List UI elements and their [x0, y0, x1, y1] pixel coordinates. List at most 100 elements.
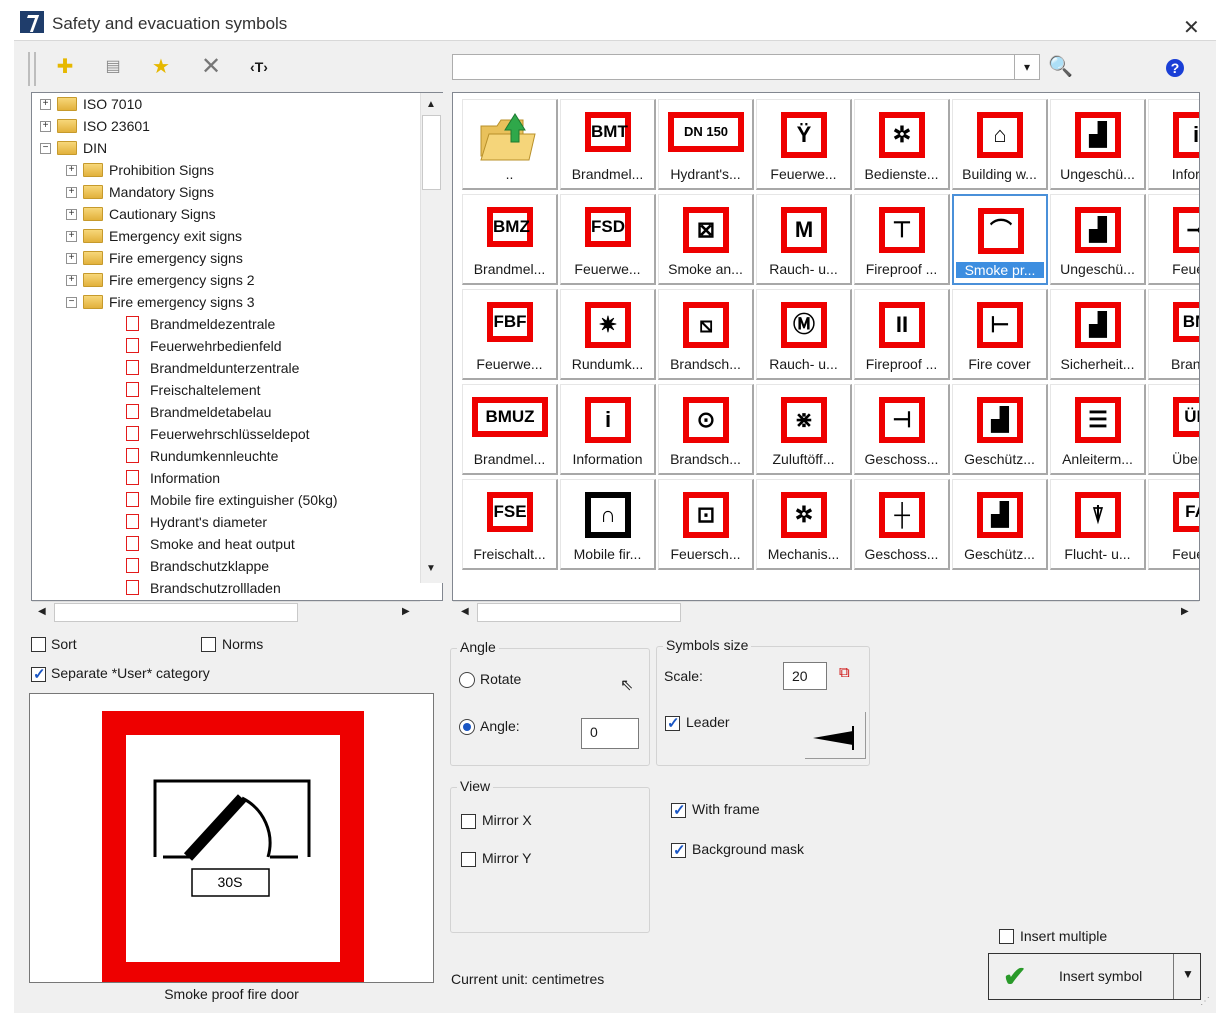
pick-angle-cursor-icon[interactable]: ⇖: [620, 675, 633, 695]
scroll-left-icon[interactable]: ◀: [38, 606, 46, 617]
scroll-left-icon[interactable]: ◀: [461, 606, 469, 617]
tree-symbol-item[interactable]: Feuerwehrbedienfeld: [32, 335, 420, 357]
symbol-tile[interactable]: BM Brandm: [1148, 289, 1199, 380]
grid-horizontal-scrollbar[interactable]: ◀ ▶: [453, 601, 1199, 623]
tree-folder-item[interactable]: + ISO 23601: [32, 115, 420, 137]
tree-symbol-item[interactable]: Smoke and heat output: [32, 533, 420, 555]
toolbar-grip[interactable]: [28, 52, 36, 86]
expand-icon[interactable]: +: [66, 275, 77, 286]
scroll-down-icon[interactable]: ▼: [426, 563, 436, 574]
scroll-right-icon[interactable]: ▶: [1181, 606, 1189, 617]
symbol-tile[interactable]: ⌂ Building w...: [952, 99, 1048, 190]
symbol-tile[interactable]: ⊣ Geschoss...: [854, 384, 950, 475]
symbol-tile[interactable]: Ⓜ Rauch- u...: [756, 289, 852, 380]
symbol-tile[interactable]: BMZ Brandmel...: [462, 194, 558, 285]
symbol-tile[interactable]: ▟ Geschütz...: [952, 479, 1048, 570]
tree-symbol-item[interactable]: Brandschutzklappe: [32, 555, 420, 577]
tree-folder-item[interactable]: + ISO 7010: [32, 93, 420, 115]
tree-horizontal-scrollbar[interactable]: ◀ ▶: [32, 601, 420, 623]
with-frame-checkbox[interactable]: [671, 801, 686, 819]
leader-style-button[interactable]: [805, 712, 866, 759]
search-dropdown-icon[interactable]: ▾: [1014, 55, 1039, 79]
symbol-tile[interactable]: FBF Feuerwe...: [462, 289, 558, 380]
symbol-tile[interactable]: ∩ Mobile fir...: [560, 479, 656, 570]
symbol-tile[interactable]: Ÿ Feuerwe...: [756, 99, 852, 190]
symbol-tile[interactable]: ✷ Rundumk...: [560, 289, 656, 380]
symbol-tile[interactable]: FSD Feuerwe...: [560, 194, 656, 285]
norms-checkbox[interactable]: [201, 637, 216, 652]
background-mask-checkbox[interactable]: [671, 841, 686, 859]
tree-symbol-item[interactable]: Rundumkennleuchte: [32, 445, 420, 467]
collapse-icon[interactable]: −: [40, 143, 51, 154]
symbol-tile[interactable]: ⍒ Flucht- u...: [1050, 479, 1146, 570]
tree-symbol-item[interactable]: Freischaltelement: [32, 379, 420, 401]
symbol-tile[interactable]: ⧅ Brandsch...: [658, 289, 754, 380]
symbol-tile[interactable]: ⊤ Fireproof ...: [854, 194, 950, 285]
add-category-icon[interactable]: ✚: [52, 54, 78, 80]
symbol-tile[interactable]: II Fireproof ...: [854, 289, 950, 380]
tree-symbol-item[interactable]: Brandmeldezentrale: [32, 313, 420, 335]
tree-symbol-item[interactable]: Brandmeldunterzentrale: [32, 357, 420, 379]
tree-symbol-item[interactable]: Feuerwehrschlüsseldepot: [32, 423, 420, 445]
symbol-tile[interactable]: i Information: [560, 384, 656, 475]
symbol-tile[interactable]: BMT Brandmel...: [560, 99, 656, 190]
help-icon[interactable]: ?: [1166, 59, 1184, 77]
insert-multiple-checkbox[interactable]: [999, 929, 1014, 944]
tree-folder-item[interactable]: + Prohibition Signs: [32, 159, 420, 181]
close-icon[interactable]: ✕: [1183, 15, 1200, 40]
symbol-tile[interactable]: ⋇ Zuluftöff...: [756, 384, 852, 475]
text-tag-icon[interactable]: ‹T›: [246, 54, 272, 80]
separate-user-category-checkbox[interactable]: [31, 665, 46, 683]
symbol-tile[interactable]: ✲ Bedienste...: [854, 99, 950, 190]
symbol-tile[interactable]: BMUZ Brandmel...: [462, 384, 558, 475]
tree-folder-item[interactable]: + Fire emergency signs 2: [32, 269, 420, 291]
symbol-tile[interactable]: M Rauch- u...: [756, 194, 852, 285]
symbol-tile[interactable]: ÜE Übertra: [1148, 384, 1199, 475]
symbol-tile[interactable]: ⊢ Fire cover: [952, 289, 1048, 380]
tree-symbol-item[interactable]: Brandschutzrollladen: [32, 577, 420, 599]
tree-folder-item[interactable]: − DIN: [32, 137, 420, 159]
symbol-tile[interactable]: ▟ Sicherheit...: [1050, 289, 1146, 380]
symbol-tile[interactable]: ⊠ Smoke an...: [658, 194, 754, 285]
symbol-grid[interactable]: .. BMT Brandmel... DN 150 Hydrant's... Ÿ Feuer…: [452, 92, 1200, 601]
rotate-radio[interactable]: [459, 672, 475, 688]
tree-vscroll-thumb[interactable]: [422, 115, 441, 190]
expand-icon[interactable]: +: [66, 187, 77, 198]
grid-hscroll-thumb[interactable]: [477, 603, 681, 622]
mirror-x-checkbox[interactable]: [461, 814, 476, 829]
symbol-tile[interactable]: ✲ Mechanis...: [756, 479, 852, 570]
tree-folder-item[interactable]: + Mandatory Signs: [32, 181, 420, 203]
symbol-tile[interactable]: ⊡ Feuersch...: [658, 479, 754, 570]
properties-icon[interactable]: ▤: [100, 54, 126, 80]
pick-scale-icon[interactable]: ⧉: [839, 664, 850, 681]
tree-symbol-item[interactable]: Mobile fire extinguisher (50kg): [32, 489, 420, 511]
insert-options-dropdown-icon[interactable]: ▼: [1173, 954, 1202, 999]
search-input[interactable]: [452, 54, 1040, 80]
symbol-tile[interactable]: ..: [462, 99, 558, 190]
symbol-tile[interactable]: ⌒ Smoke pr...: [952, 194, 1048, 285]
expand-icon[interactable]: +: [40, 99, 51, 110]
tree-vertical-scrollbar[interactable]: ▲ ▼: [420, 93, 443, 583]
category-tree[interactable]: + ISO 7010 + ISO 23601 − DIN + Prohibition Sign…: [31, 92, 443, 601]
scale-input[interactable]: 20: [783, 662, 827, 690]
tree-symbol-item[interactable]: Information: [32, 467, 420, 489]
symbol-tile[interactable]: ▟ Ungeschü...: [1050, 99, 1146, 190]
tree-folder-item[interactable]: + Cautionary Signs: [32, 203, 420, 225]
favorite-star-icon[interactable]: ★: [148, 54, 174, 80]
resize-grip-icon[interactable]: ⋰: [1200, 996, 1210, 1007]
mirror-y-checkbox[interactable]: [461, 852, 476, 867]
angle-radio[interactable]: [459, 719, 475, 735]
symbol-tile[interactable]: FA Feuerw: [1148, 479, 1199, 570]
symbol-tile[interactable]: ⊙ Brandsch...: [658, 384, 754, 475]
collapse-icon[interactable]: −: [66, 297, 77, 308]
angle-input[interactable]: 0: [581, 718, 639, 749]
scroll-up-icon[interactable]: ▲: [426, 99, 436, 110]
symbol-tile[interactable]: ┼ Geschoss...: [854, 479, 950, 570]
expand-icon[interactable]: +: [66, 231, 77, 242]
symbol-tile[interactable]: ☰ Anleiterm...: [1050, 384, 1146, 475]
expand-icon[interactable]: +: [40, 121, 51, 132]
tree-folder-item[interactable]: − Fire emergency signs 3: [32, 291, 420, 313]
symbol-tile[interactable]: i Informa: [1148, 99, 1199, 190]
tree-symbol-item[interactable]: Brandmeldetabelau: [32, 401, 420, 423]
sort-checkbox[interactable]: [31, 637, 46, 652]
